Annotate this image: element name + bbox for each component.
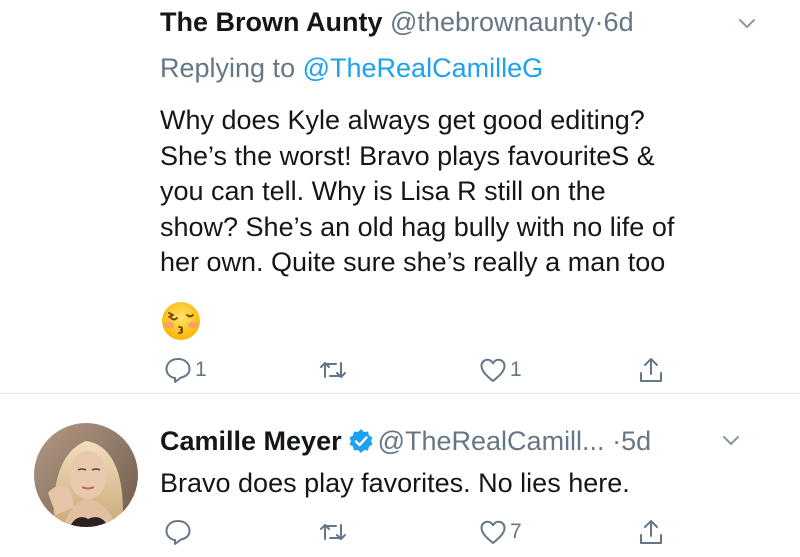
like-icon	[480, 358, 506, 382]
tweet-brown-aunty[interactable]: The Brown Aunty @thebrownaunty·6d Replyi…	[0, 0, 800, 394]
author-handle[interactable]: @TheRealCamill...	[378, 426, 605, 456]
verified-badge-icon	[349, 429, 373, 453]
tweet-text-line: show? She’s an old hag bully with no lif…	[160, 211, 675, 242]
separator-dot: ·	[612, 426, 622, 456]
tweet-text-line: her own. Quite sure she’s really a man t…	[160, 247, 666, 277]
tweet-time[interactable]: 5d	[621, 426, 651, 456]
author-name[interactable]: Camille Meyer	[160, 426, 342, 456]
replying-prefix: Replying to	[160, 53, 296, 83]
like-button[interactable]: 1	[478, 355, 522, 385]
like-button[interactable]: 7	[478, 517, 522, 547]
author-name[interactable]: The Brown Aunty	[160, 7, 383, 37]
tweet-text: Why does Kyle always get good editing? S…	[160, 103, 760, 281]
retweet-button[interactable]	[318, 517, 348, 547]
retweet-icon	[320, 524, 346, 540]
profile-photo	[34, 423, 138, 527]
tweet-text: Bravo does play favorites. No lies here.	[160, 468, 630, 498]
author-handle[interactable]: @thebrownaunty	[390, 7, 595, 37]
reply-button[interactable]: 1	[163, 355, 207, 385]
separator-dot: ·	[594, 7, 604, 37]
share-icon	[640, 520, 662, 544]
retweet-icon	[320, 362, 346, 378]
like-count: 7	[510, 520, 522, 543]
like-count: 1	[510, 358, 522, 381]
tweet-text-line: you can tell. Why is Lisa R still on the	[160, 176, 606, 206]
share-icon	[640, 358, 662, 382]
like-icon	[480, 520, 506, 544]
tweet-text-line: She’s the worst! Bravo plays favouriteS …	[160, 140, 655, 171]
reply-count: 1	[195, 358, 207, 381]
reply-icon	[165, 358, 191, 383]
share-button[interactable]	[636, 517, 666, 547]
share-button[interactable]	[636, 355, 666, 385]
chevron-down-icon[interactable]	[738, 18, 756, 30]
mention-link[interactable]: @TheRealCamilleG	[303, 53, 543, 83]
reply-icon	[165, 520, 191, 545]
avatar[interactable]	[34, 423, 138, 527]
replying-to: Replying to @TheRealCamilleG	[160, 51, 543, 85]
reply-button[interactable]	[163, 517, 193, 547]
tweet-text-line: Why does Kyle always get good editing?	[160, 105, 645, 135]
tweet-header: The Brown Aunty @thebrownaunty·6d	[160, 5, 634, 39]
tweet-header: Camille Meyer @TheRealCamill... ·5d	[160, 424, 651, 458]
chevron-down-icon[interactable]	[722, 435, 740, 447]
kissing-face-closed-eyes-icon	[162, 302, 200, 340]
tweet-time[interactable]: 6d	[604, 7, 634, 37]
retweet-button[interactable]	[318, 355, 348, 385]
